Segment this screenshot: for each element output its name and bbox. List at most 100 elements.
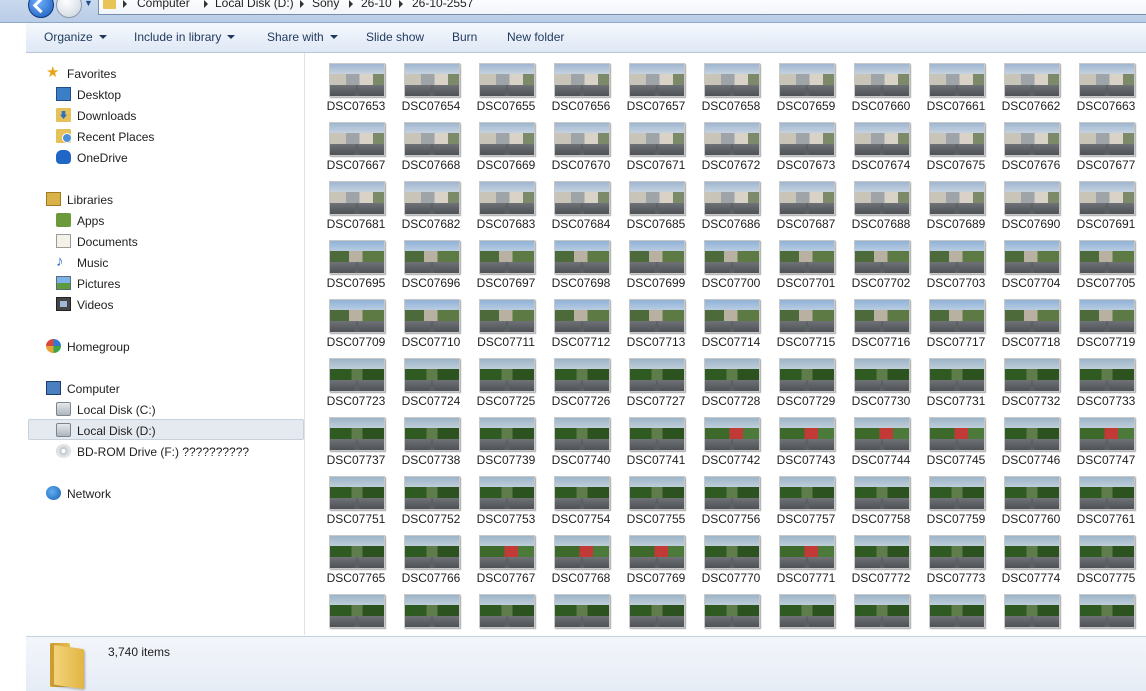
file-item[interactable]: DSC07683 (473, 173, 539, 231)
file-item[interactable]: DSC07725 (473, 350, 539, 408)
slide-show-button[interactable]: Slide show (366, 30, 424, 44)
file-item[interactable]: DSC07689 (923, 173, 989, 231)
file-item[interactable]: DSC07751 (323, 468, 389, 526)
file-item[interactable]: DSC07681 (323, 173, 389, 231)
file-item[interactable]: DSC07675 (923, 114, 989, 172)
file-item[interactable]: DSC07738 (398, 409, 464, 467)
file-item[interactable]: DSC07710 (398, 291, 464, 349)
file-item[interactable]: DSC07671 (623, 114, 689, 172)
breadcrumb-separator-icon[interactable] (300, 0, 304, 8)
file-item[interactable]: DSC07670 (548, 114, 614, 172)
file-item[interactable]: DSC07702 (848, 232, 914, 290)
file-item[interactable]: DSC07768 (548, 527, 614, 585)
file-item[interactable]: DSC07690 (998, 173, 1064, 231)
file-item[interactable]: DSC07663 (1073, 55, 1139, 113)
file-item[interactable]: DSC07729 (773, 350, 839, 408)
file-item[interactable] (998, 586, 1064, 635)
file-item[interactable]: DSC07753 (473, 468, 539, 526)
breadcrumb-separator-icon[interactable] (123, 0, 127, 8)
file-item[interactable]: DSC07676 (998, 114, 1064, 172)
file-item[interactable]: DSC07657 (623, 55, 689, 113)
organize-button[interactable]: Organize (44, 30, 107, 44)
file-item[interactable]: DSC07730 (848, 350, 914, 408)
file-item[interactable]: DSC07716 (848, 291, 914, 349)
file-item[interactable]: DSC07756 (698, 468, 764, 526)
file-item[interactable] (773, 586, 839, 635)
file-item[interactable]: DSC07737 (323, 409, 389, 467)
file-item[interactable]: DSC07771 (773, 527, 839, 585)
file-item[interactable]: DSC07727 (623, 350, 689, 408)
file-item[interactable] (623, 586, 689, 635)
file-item[interactable]: DSC07709 (323, 291, 389, 349)
file-item[interactable]: DSC07719 (1073, 291, 1139, 349)
file-item[interactable]: DSC07686 (698, 173, 764, 231)
file-item[interactable]: DSC07769 (623, 527, 689, 585)
burn-button[interactable]: Burn (452, 30, 477, 44)
breadcrumb-separator-icon[interactable] (204, 0, 208, 8)
file-item[interactable] (473, 586, 539, 635)
file-item[interactable] (323, 586, 389, 635)
file-item[interactable]: DSC07703 (923, 232, 989, 290)
file-item[interactable]: DSC07772 (848, 527, 914, 585)
file-item[interactable]: DSC07661 (923, 55, 989, 113)
file-item[interactable]: DSC07662 (998, 55, 1064, 113)
file-item[interactable]: DSC07660 (848, 55, 914, 113)
file-item[interactable] (848, 586, 914, 635)
file-item[interactable]: DSC07760 (998, 468, 1064, 526)
share-with-button[interactable]: Share with (267, 30, 338, 44)
breadcrumb-computer[interactable]: Computer (137, 0, 190, 10)
file-item[interactable]: DSC07726 (548, 350, 614, 408)
file-item[interactable] (923, 586, 989, 635)
file-item[interactable]: DSC07701 (773, 232, 839, 290)
file-item[interactable]: DSC07724 (398, 350, 464, 408)
new-folder-button[interactable]: New folder (507, 30, 564, 44)
file-item[interactable]: DSC07696 (398, 232, 464, 290)
file-item[interactable]: DSC07705 (1073, 232, 1139, 290)
file-item[interactable]: DSC07733 (1073, 350, 1139, 408)
file-item[interactable]: DSC07697 (473, 232, 539, 290)
file-item[interactable]: DSC07700 (698, 232, 764, 290)
file-item[interactable]: DSC07747 (1073, 409, 1139, 467)
file-item[interactable]: DSC07744 (848, 409, 914, 467)
file-item[interactable]: DSC07752 (398, 468, 464, 526)
breadcrumb-26-10[interactable]: 26-10 (361, 0, 392, 10)
file-item[interactable]: DSC07767 (473, 527, 539, 585)
file-item[interactable]: DSC07656 (548, 55, 614, 113)
file-item[interactable]: DSC07695 (323, 232, 389, 290)
file-item[interactable]: DSC07698 (548, 232, 614, 290)
breadcrumb-separator-icon[interactable] (349, 0, 353, 8)
breadcrumb-sony[interactable]: Sony (312, 0, 339, 10)
file-item[interactable]: DSC07773 (923, 527, 989, 585)
file-item[interactable]: DSC07685 (623, 173, 689, 231)
file-item[interactable]: DSC07757 (773, 468, 839, 526)
file-item[interactable]: DSC07745 (923, 409, 989, 467)
include-in-library-button[interactable]: Include in library (134, 30, 236, 44)
file-item[interactable]: DSC07754 (548, 468, 614, 526)
file-item[interactable]: DSC07759 (923, 468, 989, 526)
file-item[interactable] (1073, 586, 1139, 635)
file-item[interactable]: DSC07739 (473, 409, 539, 467)
file-item[interactable]: DSC07718 (998, 291, 1064, 349)
file-item[interactable]: DSC07765 (323, 527, 389, 585)
file-item[interactable]: DSC07775 (1073, 527, 1139, 585)
file-item[interactable]: DSC07673 (773, 114, 839, 172)
recent-pages-chevron-icon[interactable]: ▼ (84, 0, 93, 8)
file-item[interactable]: DSC07715 (773, 291, 839, 349)
file-item[interactable]: DSC07761 (1073, 468, 1139, 526)
file-item[interactable]: DSC07677 (1073, 114, 1139, 172)
file-item[interactable]: DSC07688 (848, 173, 914, 231)
file-item[interactable]: DSC07770 (698, 527, 764, 585)
file-item[interactable]: DSC07758 (848, 468, 914, 526)
forward-arrow-icon[interactable] (56, 0, 82, 18)
file-item[interactable]: DSC07755 (623, 468, 689, 526)
file-item[interactable]: DSC07691 (1073, 173, 1139, 231)
file-item[interactable]: DSC07668 (398, 114, 464, 172)
file-item[interactable]: DSC07723 (323, 350, 389, 408)
file-item[interactable]: DSC07682 (398, 173, 464, 231)
file-item[interactable]: DSC07731 (923, 350, 989, 408)
file-item[interactable]: DSC07713 (623, 291, 689, 349)
file-item[interactable]: DSC07741 (623, 409, 689, 467)
file-list[interactable]: DSC07653 DSC07654 DSC07655 DSC07656 DSC07657… (305, 53, 1146, 635)
file-item[interactable]: DSC07674 (848, 114, 914, 172)
file-item[interactable]: DSC07653 (323, 55, 389, 113)
